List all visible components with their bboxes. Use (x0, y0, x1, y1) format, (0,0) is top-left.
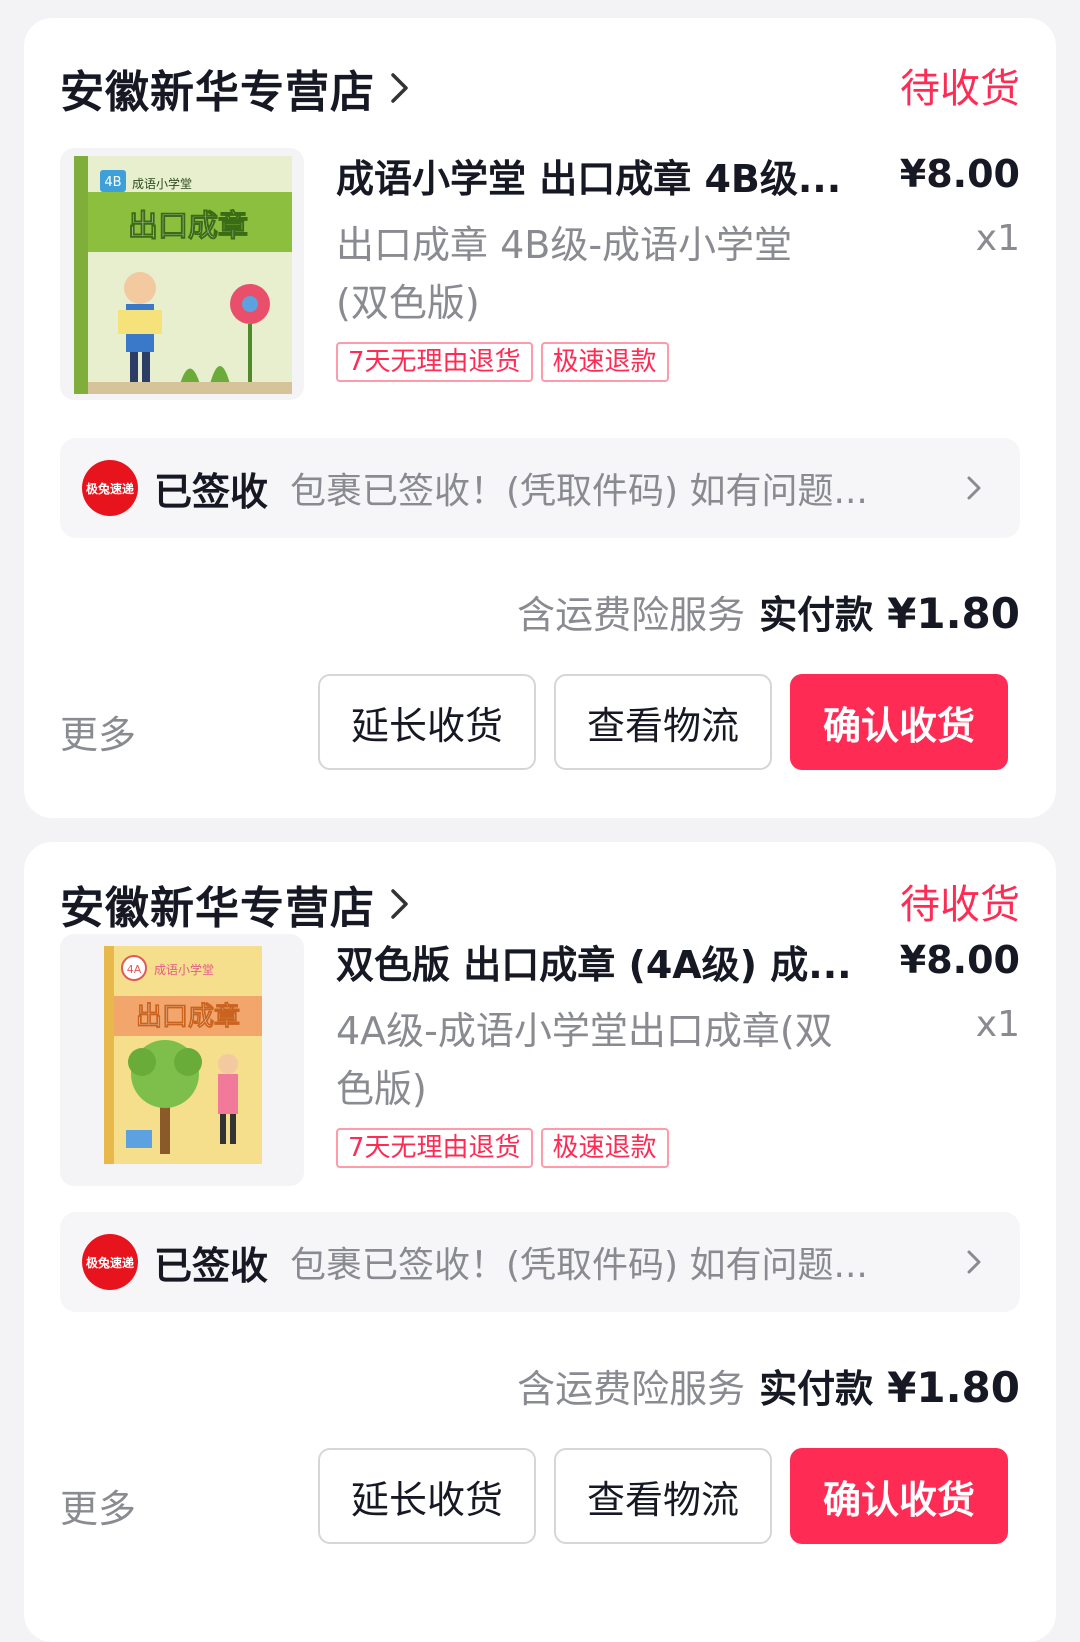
product-price: ¥8.00 (899, 938, 1020, 982)
shop-link[interactable]: 安徽新华专营店 (60, 872, 417, 936)
order-status: 待收货 (900, 882, 1020, 928)
courier-logo-icon: 极兔速递 (82, 460, 138, 516)
product-title[interactable]: 成语小学堂 出口成章 4B级... (336, 148, 866, 203)
payment-summary: 含运费险服务 实付款 ¥1.80 (517, 1358, 1020, 1413)
shop-link[interactable]: 安徽新华专营店 (60, 56, 417, 120)
tag-return-7days: 7天无理由退货 (336, 1128, 533, 1168)
payment-summary: 含运费险服务 实付款 ¥1.80 (517, 584, 1020, 639)
product-sku: 4A级-成语小学堂出口成章(双色版) (336, 1009, 833, 1111)
shop-name: 安徽新华专营店 (60, 67, 375, 118)
confirm-receipt-button[interactable]: 确认收货 (790, 674, 1008, 770)
extend-receipt-button[interactable]: 延长收货 (318, 674, 536, 770)
shop-name: 安徽新华专营店 (60, 883, 375, 934)
more-button[interactable]: 更多 (60, 1478, 136, 1533)
product-quantity: x1 (975, 1004, 1020, 1045)
product-quantity: x1 (975, 218, 1020, 259)
paid-label: 实付款 (759, 1367, 874, 1411)
product-title[interactable]: 双色版 出口成章 (4A级) 成... (336, 934, 866, 989)
extend-receipt-button[interactable]: 延长收货 (318, 1448, 536, 1544)
cover-series: 成语小学堂 (154, 962, 214, 977)
tag-fast-refund: 极速退款 (540, 1128, 669, 1168)
paid-amount: ¥1.80 (887, 1363, 1020, 1412)
confirm-receipt-button[interactable]: 确认收货 (790, 1448, 1008, 1544)
paid-amount: ¥1.80 (887, 589, 1020, 638)
chevron-right-icon (389, 70, 417, 106)
logistics-description: 包裹已签收！(凭取件码) 如有问题... (290, 1245, 868, 1286)
product-sku: 出口成章 4B级-成语小学堂(双色版) (336, 223, 793, 325)
order-status: 待收货 (900, 66, 1020, 112)
chevron-right-icon (964, 1247, 986, 1277)
tag-fast-refund: 极速退款 (540, 342, 669, 382)
cover-title: 出口成章 (136, 1001, 240, 1032)
cover-badge: 4A (127, 963, 142, 976)
shipping-insurance-note: 含运费险服务 (517, 1367, 746, 1411)
chevron-right-icon (964, 473, 986, 503)
product-image[interactable]: 4A 成语小学堂 出口成章 (60, 934, 304, 1186)
view-logistics-button[interactable]: 查看物流 (554, 1448, 772, 1544)
service-tags: 7天无理由退货 极速退款 (336, 1128, 669, 1168)
logistics-bar[interactable]: 极兔速递 已签收 包裹已签收！(凭取件码) 如有问题... (60, 438, 1020, 538)
product-image[interactable]: 4B 成语小学堂 出口成章 (60, 148, 304, 400)
product-price: ¥8.00 (899, 152, 1020, 196)
courier-logo-icon: 极兔速递 (82, 1234, 138, 1290)
order-card[interactable]: 安徽新华专营店 待收货 4A 成语小学堂 出口成章 双色版 出口成章 (4A级)… (24, 842, 1056, 1642)
logistics-state: 已签收 (154, 469, 269, 514)
cover-badge: 4B (104, 175, 121, 190)
service-tags: 7天无理由退货 极速退款 (336, 342, 669, 382)
view-logistics-button[interactable]: 查看物流 (554, 674, 772, 770)
more-button[interactable]: 更多 (60, 704, 136, 759)
logistics-state: 已签收 (154, 1243, 269, 1288)
cover-title: 出口成章 (128, 209, 248, 244)
order-card[interactable]: 安徽新华专营店 待收货 4B 成语小学堂 出口成章 成语小学堂 出口成章 4B级… (24, 18, 1056, 818)
cover-series: 成语小学堂 (132, 176, 192, 191)
chevron-right-icon (389, 886, 417, 922)
tag-return-7days: 7天无理由退货 (336, 342, 533, 382)
logistics-bar[interactable]: 极兔速递 已签收 包裹已签收！(凭取件码) 如有问题... (60, 1212, 1020, 1312)
shipping-insurance-note: 含运费险服务 (517, 593, 746, 637)
paid-label: 实付款 (759, 593, 874, 637)
logistics-description: 包裹已签收！(凭取件码) 如有问题... (290, 471, 868, 512)
